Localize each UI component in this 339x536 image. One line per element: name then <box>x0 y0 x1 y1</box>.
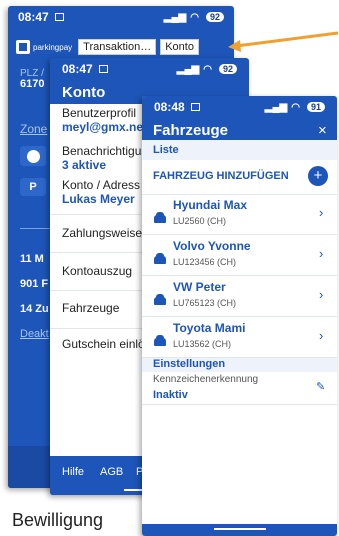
list-item-fahrzeuge[interactable]: Fahrzeuge <box>62 301 119 315</box>
zone-line-2: 901 F <box>20 278 49 290</box>
section-liste: Liste <box>142 140 337 160</box>
brand-label: parkingpay <box>33 42 73 52</box>
vehicle-plate: LU765123 (CH) <box>173 298 237 308</box>
footer-hilfe-link[interactable]: Hilfe <box>62 466 84 478</box>
app-toolbar: parkingpay Transaktion… Konto <box>8 36 234 58</box>
section-label-liste: Liste <box>153 144 179 156</box>
status-time: 08:47 <box>62 62 93 76</box>
list-item-gutschein[interactable]: Gutschein einlö <box>62 337 145 351</box>
zone-line-1: 11 M <box>20 253 44 265</box>
phone-fahrzeuge-screen: 08:48 ▂▄▆ ◠ 91 Fahrzeuge × Liste FAHRZEU… <box>142 96 337 536</box>
signal-icon: ▂▄▆ <box>163 11 187 23</box>
list-item-kontoauszug[interactable]: Kontoauszug <box>62 264 132 278</box>
car-icon <box>154 294 166 305</box>
page-title: Fahrzeuge <box>153 122 229 139</box>
status-bar: 08:48 ▂▄▆ ◠ 91 <box>142 96 337 118</box>
edit-pencil-icon[interactable]: ✎ <box>316 380 325 393</box>
status-time: 08:47 <box>18 10 49 24</box>
plz-value: 6170 <box>20 78 45 90</box>
vehicle-name: VW Peter <box>173 280 226 294</box>
vehicle-plate: LU123456 (CH) <box>173 257 237 267</box>
tab-konto[interactable]: Konto <box>160 39 199 55</box>
status-bar: 08:47 ▂▄▆ ◠ 92 <box>8 6 234 28</box>
zone-line-3: 14 Zu <box>20 303 49 315</box>
section-label-einstellungen: Einstellungen <box>153 358 226 370</box>
divider <box>20 228 50 229</box>
vehicle-plate: LU2560 (CH) <box>173 216 227 226</box>
tab-transaktionen[interactable]: Transaktion… <box>78 39 157 55</box>
chevron-right-icon: › <box>319 287 324 302</box>
plate-recognition-row[interactable]: Kennzeichenerkennung Inaktiv ✎ <box>142 372 337 405</box>
chevron-right-icon: › <box>319 246 324 261</box>
wifi-icon: ◠ <box>291 101 300 113</box>
notification-icon <box>54 13 64 21</box>
vehicle-row[interactable]: VW Peter LU765123 (CH) › <box>142 276 337 317</box>
plate-recognition-value: Inaktiv <box>153 389 188 401</box>
footer-agb-link[interactable]: AGB <box>100 466 123 478</box>
status-time: 08:48 <box>154 100 185 114</box>
battery-badge: 92 <box>218 64 237 74</box>
bottom-bar <box>142 524 337 536</box>
pointer-arrow-icon <box>228 31 339 52</box>
play-icon[interactable] <box>20 146 46 166</box>
page-title: Konto <box>62 84 106 101</box>
battery-badge: 91 <box>306 102 325 112</box>
close-icon[interactable]: × <box>318 122 327 139</box>
add-circle-icon[interactable]: + <box>308 166 328 186</box>
wifi-icon: ◠ <box>203 63 212 75</box>
wifi-icon: ◠ <box>190 11 199 23</box>
notification-icon <box>190 103 200 111</box>
list-item-zahlungsweise[interactable]: Zahlungsweise <box>62 226 142 240</box>
parking-icon[interactable]: P <box>20 178 46 196</box>
vehicle-name: Toyota Mami <box>173 321 246 335</box>
signal-icon: ▂▄▆ <box>176 63 200 75</box>
notification-icon <box>98 65 108 73</box>
vehicle-row[interactable]: Hyundai Max LU2560 (CH) › <box>142 194 337 235</box>
add-vehicle-label: FAHRZEUG HINZUFÜGEN <box>153 170 289 182</box>
chevron-right-icon: › <box>319 328 324 343</box>
vehicle-row[interactable]: Volvo Yvonne LU123456 (CH) › <box>142 235 337 276</box>
vehicle-name: Hyundai Max <box>173 198 248 212</box>
signal-icon: ▂▄▆ <box>264 101 288 113</box>
caption-text: Bewilligung <box>12 510 104 530</box>
home-indicator <box>214 528 266 530</box>
car-icon <box>154 212 166 223</box>
parkingpay-logo-icon <box>16 40 30 54</box>
section-einstellungen: Einstellungen <box>142 358 337 372</box>
chevron-right-icon: › <box>319 205 324 220</box>
vehicle-plate: LU13562 (CH) <box>173 339 232 349</box>
plate-recognition-label: Kennzeichenerkennung <box>153 374 259 385</box>
car-icon <box>154 335 166 346</box>
deaktivieren-link[interactable]: Deakt <box>20 328 49 340</box>
battery-badge: 92 <box>205 12 224 22</box>
car-icon <box>154 253 166 264</box>
status-bar: 08:47 ▂▄▆ ◠ 92 <box>50 58 249 80</box>
zone-label[interactable]: Zone <box>20 122 47 136</box>
vehicle-name: Volvo Yvonne <box>173 239 251 253</box>
vehicle-row[interactable]: Toyota Mami LU13562 (CH) › <box>142 317 337 358</box>
add-vehicle-button[interactable]: FAHRZEUG HINZUFÜGEN + <box>142 160 337 195</box>
